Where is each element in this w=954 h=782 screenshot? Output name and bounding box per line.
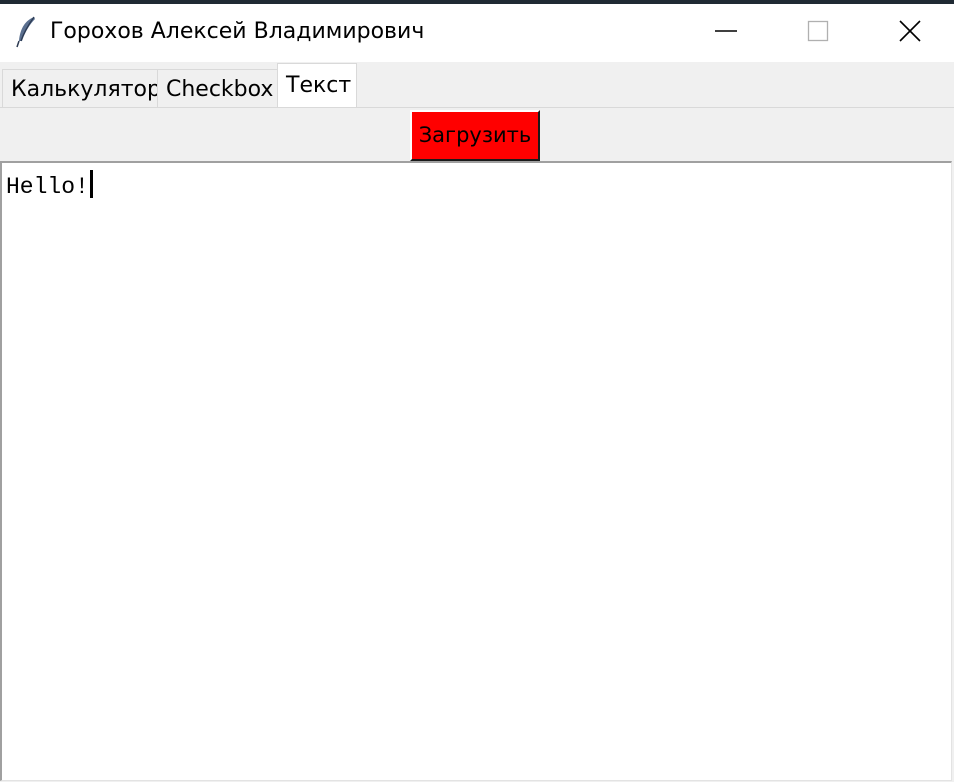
- load-button[interactable]: Загрузить: [410, 110, 540, 161]
- tab-label: Калькулятор: [11, 77, 161, 102]
- feather-icon: [16, 16, 38, 48]
- title-bar[interactable]: Горохов Алексей Владимирович: [0, 4, 954, 62]
- text-caret: [89, 170, 93, 198]
- app-window: Горохов Алексей Владимирович Калькулятор…: [0, 0, 954, 782]
- close-icon: [899, 20, 921, 46]
- text-area[interactable]: Hello!: [0, 161, 952, 781]
- text-tab-panel: Загрузить Hello!: [0, 107, 954, 782]
- text-value: Hello!: [6, 174, 89, 200]
- text-area-content: Hello!: [6, 170, 93, 200]
- window-title: Горохов Алексей Владимирович: [50, 19, 425, 44]
- minimize-icon: [715, 20, 737, 46]
- maximize-button[interactable]: [772, 4, 864, 62]
- minimize-button[interactable]: [680, 4, 772, 62]
- tab-text[interactable]: Текст: [277, 63, 357, 109]
- maximize-icon: [807, 20, 829, 46]
- tab-label: Текст: [286, 73, 352, 98]
- tab-label: Checkbox: [166, 77, 274, 102]
- notebook-tabs: Калькулятор Checkbox Текст: [0, 62, 954, 109]
- close-button[interactable]: [864, 4, 954, 62]
- tab-checkbox[interactable]: Checkbox: [157, 69, 278, 107]
- tab-calculator[interactable]: Калькулятор: [2, 69, 161, 107]
